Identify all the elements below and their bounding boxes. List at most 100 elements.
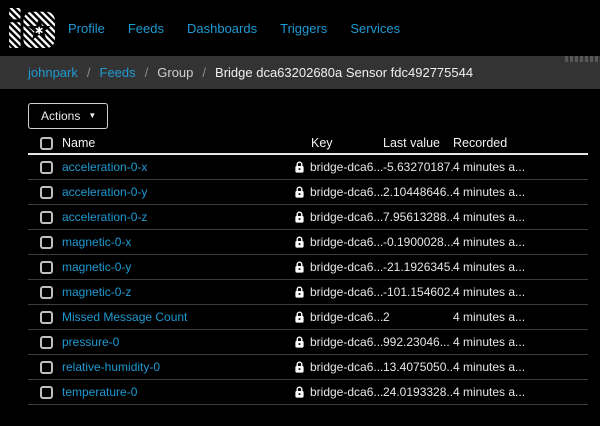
feed-key: bridge-dca6...: [310, 335, 383, 349]
table-row: magnetic-0-y bridge-dca6... -21.1926345.…: [28, 255, 588, 280]
top-nav: Profile Feeds Dashboards Triggers Servic…: [0, 0, 600, 56]
breadcrumb-user-link[interactable]: johnpark: [28, 65, 78, 80]
feed-name-link[interactable]: Missed Message Count: [62, 310, 295, 324]
row-checkbox[interactable]: [40, 386, 53, 399]
feed-key: bridge-dca6...: [310, 285, 383, 299]
feed-recorded: 4 minutes a...: [453, 185, 588, 199]
feed-key: bridge-dca6...: [310, 185, 383, 199]
feed-recorded: 4 minutes a...: [453, 160, 588, 174]
table-body: acceleration-0-x bridge-dca6... -5.63270…: [28, 155, 588, 405]
feed-recorded: 4 minutes a...: [453, 335, 588, 349]
lock-icon: [295, 336, 304, 348]
breadcrumb-feeds-link[interactable]: Feeds: [100, 65, 136, 80]
feed-recorded: 4 minutes a...: [453, 385, 588, 399]
column-header-key: Key: [295, 136, 383, 150]
nav-item-profile[interactable]: Profile: [68, 21, 105, 36]
table-header-row: Name Key Last value Recorded: [28, 135, 588, 155]
feed-recorded: 4 minutes a...: [453, 360, 588, 374]
column-header-last-value: Last value: [383, 136, 453, 150]
feed-name-link[interactable]: relative-humidity-0: [62, 360, 295, 374]
nav-item-services[interactable]: Services: [350, 21, 400, 36]
nav-item-dashboards[interactable]: Dashboards: [187, 21, 257, 36]
breadcrumb-separator: /: [87, 65, 91, 80]
feed-name-link[interactable]: temperature-0: [62, 385, 295, 399]
feed-last-value: -5.63270187...: [383, 160, 453, 174]
feed-last-value: -21.1926345...: [383, 260, 453, 274]
breadcrumb: johnpark / Feeds / Group / Bridge dca632…: [0, 56, 600, 89]
select-all-checkbox[interactable]: [40, 137, 53, 150]
feed-recorded: 4 minutes a...: [453, 210, 588, 224]
row-checkbox[interactable]: [40, 161, 53, 174]
feed-last-value: -101.154602...: [383, 285, 453, 299]
table-row: pressure-0 bridge-dca6... 992.23046... 4…: [28, 330, 588, 355]
row-checkbox[interactable]: [40, 336, 53, 349]
feed-key: bridge-dca6...: [310, 385, 383, 399]
feed-last-value: 2: [383, 310, 453, 324]
lock-icon: [295, 261, 304, 273]
row-checkbox[interactable]: [40, 236, 53, 249]
row-checkbox[interactable]: [40, 261, 53, 274]
feed-name-link[interactable]: acceleration-0-y: [62, 185, 295, 199]
feeds-table: Name Key Last value Recorded acceleratio…: [28, 135, 588, 405]
adafruit-io-page: { "nav": { "logo": "adafruit-io-logo", "…: [0, 0, 600, 426]
row-checkbox[interactable]: [40, 361, 53, 374]
column-header-name: Name: [62, 136, 295, 150]
feed-last-value: 992.23046...: [383, 335, 453, 349]
lock-icon: [295, 211, 304, 223]
lock-icon: [295, 186, 304, 198]
nav-item-triggers[interactable]: Triggers: [280, 21, 327, 36]
table-row: magnetic-0-z bridge-dca6... -101.154602.…: [28, 280, 588, 305]
table-row: acceleration-0-y bridge-dca6... 2.104486…: [28, 180, 588, 205]
feed-recorded: 4 minutes a...: [453, 235, 588, 249]
breadcrumb-page-title: Bridge dca63202680a Sensor fdc492775544: [215, 65, 473, 80]
actions-button-label: Actions: [41, 109, 80, 123]
table-row: magnetic-0-x bridge-dca6... -0.1900028..…: [28, 230, 588, 255]
feed-key: bridge-dca6...: [310, 160, 383, 174]
lock-icon: [295, 311, 304, 323]
column-header-recorded: Recorded: [453, 136, 588, 150]
feed-name-link[interactable]: pressure-0: [62, 335, 295, 349]
feed-recorded: 4 minutes a...: [453, 310, 588, 324]
row-checkbox[interactable]: [40, 286, 53, 299]
lock-icon: [295, 236, 304, 248]
nav-item-feeds[interactable]: Feeds: [128, 21, 164, 36]
dotted-decoration: [565, 56, 600, 62]
row-checkbox[interactable]: [40, 311, 53, 324]
feed-name-link[interactable]: acceleration-0-z: [62, 210, 295, 224]
breadcrumb-separator: /: [145, 65, 149, 80]
breadcrumb-group-label: Group: [157, 65, 193, 80]
adafruit-io-logo-icon[interactable]: [8, 7, 56, 49]
table-row: acceleration-0-z bridge-dca6... 7.956132…: [28, 205, 588, 230]
feed-name-link[interactable]: acceleration-0-x: [62, 160, 295, 174]
feed-name-link[interactable]: magnetic-0-y: [62, 260, 295, 274]
table-row: Missed Message Count bridge-dca6... 2 4 …: [28, 305, 588, 330]
table-row: temperature-0 bridge-dca6... 24.0193328.…: [28, 380, 588, 405]
feed-last-value: 2.10448646...: [383, 185, 453, 199]
feed-last-value: 7.95613288...: [383, 210, 453, 224]
lock-icon: [295, 386, 304, 398]
actions-button[interactable]: Actions ▼: [28, 103, 108, 129]
feed-last-value: -0.1900028...: [383, 235, 453, 249]
breadcrumb-separator: /: [202, 65, 206, 80]
row-checkbox[interactable]: [40, 211, 53, 224]
feed-name-link[interactable]: magnetic-0-z: [62, 285, 295, 299]
feed-key: bridge-dca6...: [310, 310, 383, 324]
lock-icon: [295, 361, 304, 373]
chevron-down-icon: ▼: [88, 112, 96, 120]
nav-links: Profile Feeds Dashboards Triggers Servic…: [68, 21, 400, 36]
feed-key: bridge-dca6...: [310, 235, 383, 249]
table-row: acceleration-0-x bridge-dca6... -5.63270…: [28, 155, 588, 180]
row-checkbox[interactable]: [40, 186, 53, 199]
lock-icon: [295, 161, 304, 173]
feed-last-value: 13.4075050...: [383, 360, 453, 374]
feed-name-link[interactable]: magnetic-0-x: [62, 235, 295, 249]
table-row: relative-humidity-0 bridge-dca6... 13.40…: [28, 355, 588, 380]
lock-icon: [295, 286, 304, 298]
feed-key: bridge-dca6...: [310, 360, 383, 374]
feed-last-value: 24.0193328...: [383, 385, 453, 399]
feed-key: bridge-dca6...: [310, 260, 383, 274]
feed-recorded: 4 minutes a...: [453, 260, 588, 274]
main-content: Actions ▼ Name Key Last value Recorded a…: [28, 89, 588, 405]
feed-key: bridge-dca6...: [310, 210, 383, 224]
feed-recorded: 4 minutes a...: [453, 285, 588, 299]
